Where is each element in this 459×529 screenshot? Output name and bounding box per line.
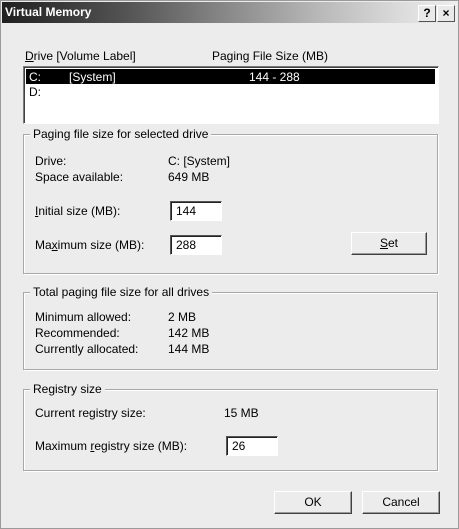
total-paging-group: Total paging file size for all drives Mi… [23,285,438,370]
drive-paging-size: 144 - 288 [249,70,300,84]
maximum-registry-label: Maximum registry size (MB): [35,439,188,453]
maximum-size-input[interactable]: 288 [170,235,222,255]
recommended-value: 142 MB [168,326,210,340]
selected-drive-group: Paging file size for selected drive Driv… [23,127,438,274]
space-available-label: Space available: [35,170,124,184]
maximum-size-label: Maximum size (MB): [35,238,145,252]
paging-size-column-header: Paging File Size (MB) [212,49,329,63]
minimum-allowed-label: Minimum allowed: [35,310,132,324]
drive-column-header: Drive [Volume Label] [25,49,136,63]
registry-size-group: Registry size Current registry size: 15 … [23,382,438,471]
virtual-memory-dialog: Virtual Memory ? × Drive [Volume Label] … [0,0,459,529]
drive-label: Drive: [35,154,67,168]
drive-letter: D: [29,85,41,99]
title-bar[interactable]: Virtual Memory ? × [2,2,457,23]
ok-button[interactable]: OK [274,491,352,514]
space-available-value: 649 MB [168,170,210,184]
help-button[interactable]: ? [418,5,436,22]
recommended-label: Recommended: [35,326,120,340]
initial-size-label: Initial size (MB): [35,204,121,218]
drive-row-c[interactable]: C: [System] 144 - 288 [26,69,435,84]
group-legend: Registry size [30,382,105,396]
initial-size-input[interactable]: 144 [170,201,222,221]
currently-allocated-value: 144 MB [168,342,210,356]
drive-list[interactable]: C: [System] 144 - 288 D: [23,66,439,124]
group-legend: Total paging file size for all drives [30,285,213,299]
close-button[interactable]: × [437,5,455,22]
drive-value: C: [System] [168,154,231,168]
window-title: Virtual Memory [5,5,92,19]
group-legend: Paging file size for selected drive [30,127,212,141]
current-registry-value: 15 MB [224,406,259,420]
current-registry-label: Current registry size: [35,406,146,420]
minimum-allowed-value: 2 MB [168,310,197,324]
drive-row-d[interactable]: D: [26,84,435,99]
drive-letter: C: [29,70,41,84]
drive-volume-label: [System] [69,70,116,84]
set-button[interactable]: Set [351,232,427,255]
drive-header-mnemonic: D [25,49,34,63]
maximum-registry-input[interactable]: 26 [226,436,278,456]
cancel-button[interactable]: Cancel [362,491,440,514]
drive-header-text: rive [Volume Label] [33,49,136,63]
currently-allocated-label: Currently allocated: [35,342,139,356]
